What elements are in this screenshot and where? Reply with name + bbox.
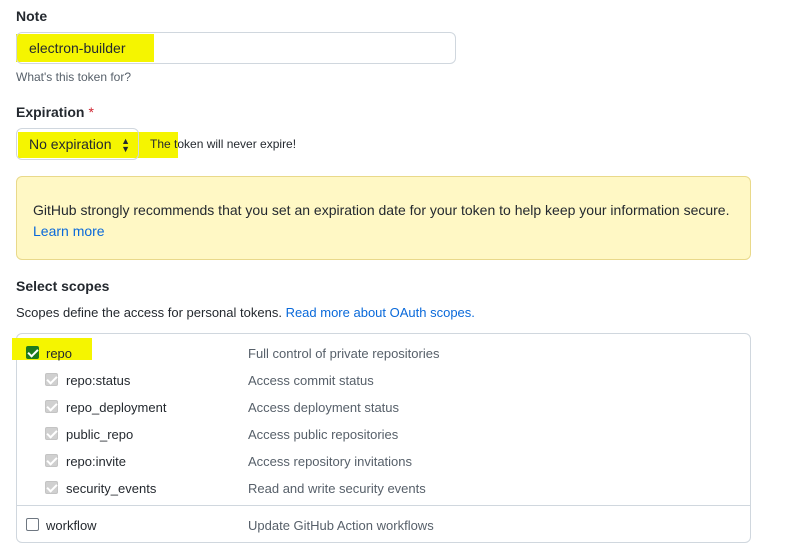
scope-row-repo: repo Full control of private repositorie… — [0, 344, 789, 371]
scope-description: Access public repositories — [248, 427, 399, 442]
scope-name: public_repo — [66, 427, 134, 442]
scopes-title: Select scopes — [16, 278, 110, 294]
note-input[interactable] — [16, 32, 456, 64]
expiration-label: Expiration * — [16, 104, 94, 120]
required-mark: * — [88, 104, 94, 120]
security-events-checkbox[interactable] — [45, 481, 58, 494]
expiration-select[interactable]: No expiration ▲ ▼ — [16, 128, 139, 160]
scopes-description-text: Scopes define the access for personal to… — [16, 305, 282, 320]
scope-row-repo-invite: repo:invite Access repository invitation… — [0, 452, 789, 479]
repo-checkbox[interactable] — [26, 346, 39, 359]
scope-description: Read and write security events — [248, 481, 426, 496]
select-arrows-icon: ▲ ▼ — [121, 136, 130, 154]
repo-status-checkbox[interactable] — [45, 373, 58, 386]
expiration-note: The token will never expire! — [150, 137, 297, 151]
learn-more-link[interactable]: Learn more — [33, 223, 105, 239]
note-label: Note — [16, 8, 48, 24]
scope-row-repo-deployment: repo_deployment Access deployment status — [0, 398, 789, 425]
scope-name: repo — [46, 346, 73, 361]
scope-row-security-events: security_events Read and write security … — [0, 479, 789, 506]
scope-name: repo_deployment — [66, 400, 167, 415]
scope-description: Access deployment status — [248, 400, 400, 415]
scope-row-repo-status: repo:status Access commit status — [0, 371, 789, 398]
scopes-description: Scopes define the access for personal to… — [16, 305, 475, 320]
scope-name: repo:invite — [66, 454, 126, 469]
expiration-select-value: No expiration — [29, 136, 112, 152]
scope-name: repo:status — [66, 373, 131, 388]
expiration-warning: GitHub strongly recommends that you set … — [16, 176, 751, 260]
scope-description: Update GitHub Action workflows — [248, 518, 434, 533]
oauth-scopes-link[interactable]: Read more about OAuth scopes. — [286, 305, 475, 320]
repo-deployment-checkbox[interactable] — [45, 400, 58, 413]
workflow-checkbox[interactable] — [26, 518, 39, 531]
scope-description: Full control of private repositories — [248, 346, 440, 361]
scope-name: workflow — [46, 518, 97, 533]
repo-invite-checkbox[interactable] — [45, 454, 58, 467]
expiration-label-text: Expiration — [16, 104, 85, 120]
scope-row-public-repo: public_repo Access public repositories — [0, 425, 789, 452]
scope-description: Access repository invitations — [248, 454, 413, 469]
note-help-text: What's this token for? — [16, 70, 132, 84]
scope-description: Access commit status — [248, 373, 374, 388]
public-repo-checkbox[interactable] — [45, 427, 58, 440]
warning-text: GitHub strongly recommends that you set … — [33, 202, 730, 218]
scope-name: security_events — [66, 481, 157, 496]
